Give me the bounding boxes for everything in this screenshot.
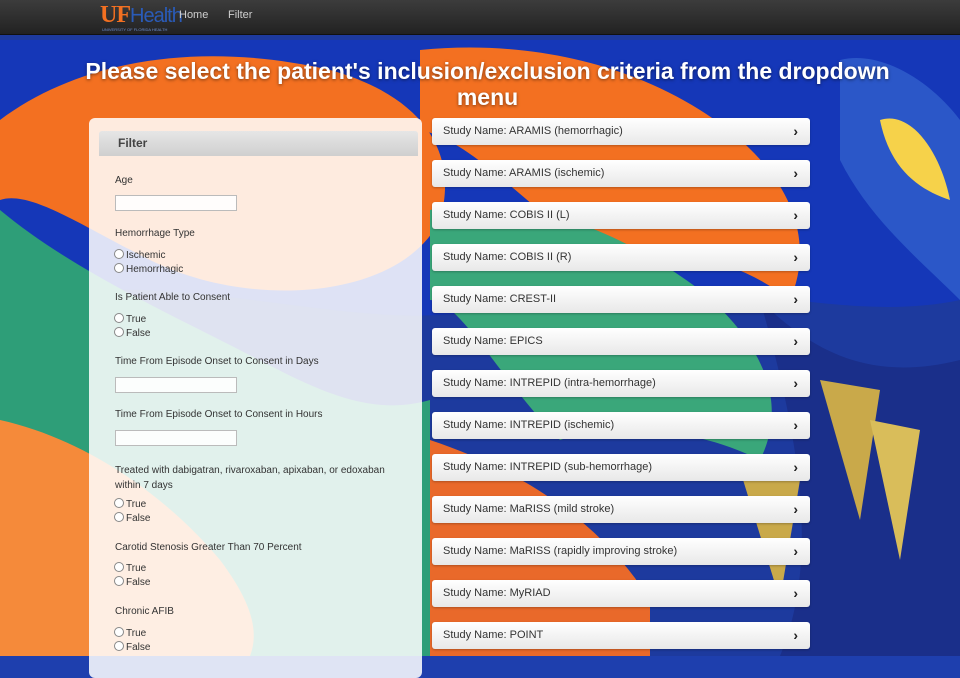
uf-health-logo[interactable]: UFHealth UNIVERSITY OF FLORIDA HEALTH bbox=[100, 0, 183, 34]
chronic-afib-label: Chronic AFIB bbox=[115, 606, 174, 617]
hemorrhage-ischemic-radio[interactable]: Ischemic bbox=[114, 249, 165, 262]
chevron-right-icon: › bbox=[793, 291, 798, 307]
filter-panel-title: Filter bbox=[99, 131, 418, 156]
study-item-aramis-hemorrhagic[interactable]: Study Name: ARAMIS (hemorrhagic) › bbox=[432, 118, 810, 145]
chevron-right-icon: › bbox=[793, 375, 798, 391]
chevron-right-icon: › bbox=[793, 207, 798, 223]
onset-hours-label: Time From Episode Onset to Consent in Ho… bbox=[115, 409, 323, 420]
radio-circle-icon bbox=[114, 249, 124, 259]
radio-circle-icon bbox=[114, 327, 124, 337]
carotid-true-radio[interactable]: True bbox=[114, 562, 146, 575]
logo-subtitle: UNIVERSITY OF FLORIDA HEALTH bbox=[102, 27, 168, 32]
radio-circle-icon bbox=[114, 641, 124, 651]
radio-circle-icon bbox=[114, 512, 124, 522]
radio-circle-icon bbox=[114, 498, 124, 508]
study-item-aramis-ischemic[interactable]: Study Name: ARAMIS (ischemic) › bbox=[432, 160, 810, 187]
nav-filter-link[interactable]: Filter bbox=[228, 9, 252, 21]
study-item-cobis-ii-l[interactable]: Study Name: COBIS II (L) › bbox=[432, 202, 810, 229]
study-item-myriad[interactable]: Study Name: MyRIAD › bbox=[432, 580, 810, 607]
afib-false-radio[interactable]: False bbox=[114, 641, 150, 654]
filter-panel: Filter Age Hemorrhage Type Ischemic Hemo… bbox=[89, 118, 422, 678]
nav-home-link[interactable]: Home bbox=[179, 9, 208, 21]
study-item-intrepid-sub-hemorrhage[interactable]: Study Name: INTREPID (sub-hemorrhage) › bbox=[432, 454, 810, 481]
anticoagulant-false-radio[interactable]: False bbox=[114, 512, 150, 525]
anticoagulant-true-radio[interactable]: True bbox=[114, 498, 146, 511]
hemorrhage-hemorrhagic-radio[interactable]: Hemorrhagic bbox=[114, 263, 183, 276]
consent-false-radio[interactable]: False bbox=[114, 327, 150, 340]
chevron-right-icon: › bbox=[793, 123, 798, 139]
chevron-right-icon: › bbox=[793, 585, 798, 601]
chevron-right-icon: › bbox=[793, 459, 798, 475]
study-item-intrepid-ischemic[interactable]: Study Name: INTREPID (ischemic) › bbox=[432, 412, 810, 439]
anticoagulant-label: Treated with dabigatran, rivaroxaban, ap… bbox=[115, 465, 385, 491]
study-item-mariss-rapidly-improving[interactable]: Study Name: MaRISS (rapidly improving st… bbox=[432, 538, 810, 565]
hemorrhage-type-label: Hemorrhage Type bbox=[115, 228, 195, 239]
afib-true-radio[interactable]: True bbox=[114, 627, 146, 640]
radio-circle-icon bbox=[114, 562, 124, 572]
radio-circle-icon bbox=[114, 576, 124, 586]
radio-circle-icon bbox=[114, 313, 124, 323]
onset-days-input[interactable] bbox=[115, 377, 237, 393]
chevron-right-icon: › bbox=[793, 627, 798, 643]
chevron-right-icon: › bbox=[793, 165, 798, 181]
consent-label: Is Patient Able to Consent bbox=[115, 292, 231, 303]
chevron-right-icon: › bbox=[793, 333, 798, 349]
onset-hours-input[interactable] bbox=[115, 430, 237, 446]
page-headline: Please select the patient's inclusion/ex… bbox=[85, 58, 890, 110]
chevron-right-icon: › bbox=[793, 417, 798, 433]
chevron-right-icon: › bbox=[793, 501, 798, 517]
radio-circle-icon bbox=[114, 627, 124, 637]
study-item-epics[interactable]: Study Name: EPICS › bbox=[432, 328, 810, 355]
radio-circle-icon bbox=[114, 263, 124, 273]
age-input[interactable] bbox=[115, 195, 237, 211]
study-item-crest-ii[interactable]: Study Name: CREST-II › bbox=[432, 286, 810, 313]
top-navbar: UFHealth UNIVERSITY OF FLORIDA HEALTH Ho… bbox=[0, 0, 960, 35]
study-item-cobis-ii-r[interactable]: Study Name: COBIS II (R) › bbox=[432, 244, 810, 271]
study-item-intrepid-intra-hemorrhage[interactable]: Study Name: INTREPID (intra-hemorrhage) › bbox=[432, 370, 810, 397]
carotid-false-radio[interactable]: False bbox=[114, 576, 150, 589]
age-label: Age bbox=[115, 175, 133, 186]
chevron-right-icon: › bbox=[793, 249, 798, 265]
study-item-mariss-mild-stroke[interactable]: Study Name: MaRISS (mild stroke) › bbox=[432, 496, 810, 523]
consent-true-radio[interactable]: True bbox=[114, 313, 146, 326]
chevron-right-icon: › bbox=[793, 543, 798, 559]
onset-days-label: Time From Episode Onset to Consent in Da… bbox=[115, 356, 319, 367]
study-item-point[interactable]: Study Name: POINT › bbox=[432, 622, 810, 649]
carotid-stenosis-label: Carotid Stenosis Greater Than 70 Percent bbox=[115, 542, 302, 553]
